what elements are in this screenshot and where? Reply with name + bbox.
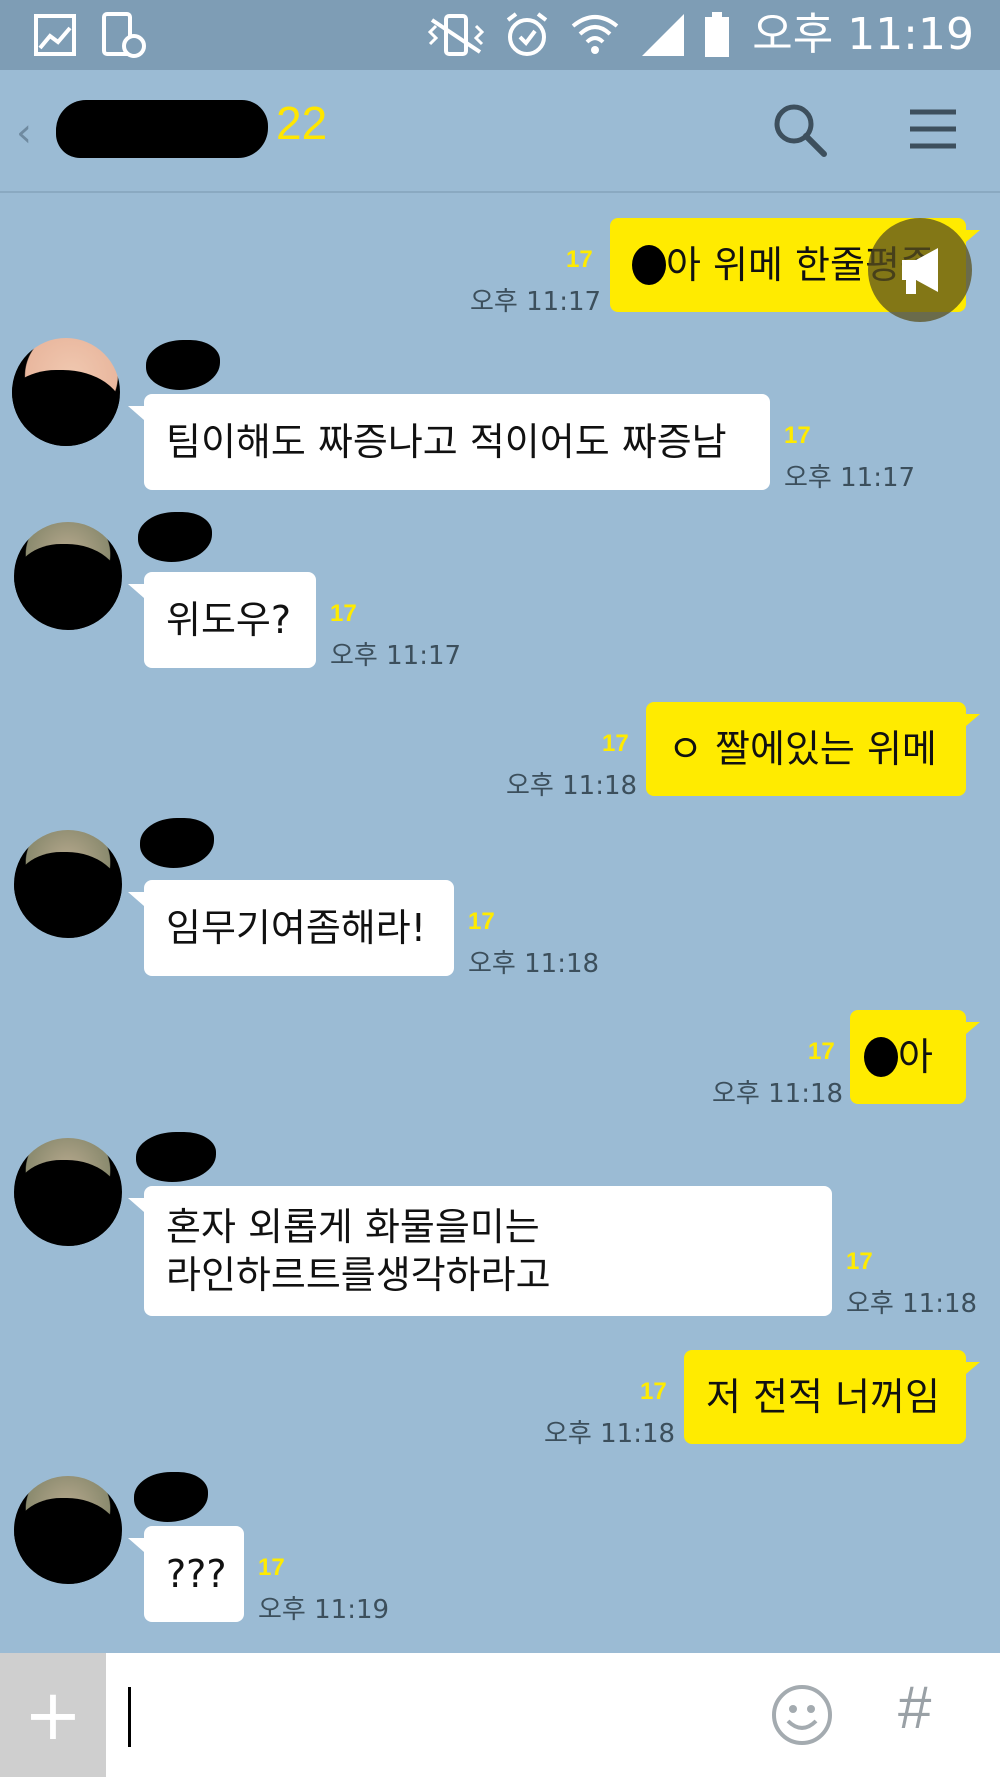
- message-input[interactable]: [128, 1687, 131, 1747]
- bubble-tail: [128, 406, 144, 420]
- bubble-tail: [128, 584, 144, 598]
- message-time: 오후 11:18: [712, 1079, 844, 1109]
- bubble-tail: [966, 1362, 980, 1374]
- message-time: 오후 11:17: [470, 287, 602, 317]
- redacted-sender-name: [140, 818, 214, 868]
- search-icon[interactable]: [770, 100, 830, 160]
- unread-count: 17: [640, 1378, 667, 1405]
- avatar[interactable]: [14, 522, 122, 630]
- message-text: ㅇ 짤에있는 위메: [668, 727, 937, 771]
- message-time: 오후 11:18: [544, 1419, 676, 1449]
- message-bubble[interactable]: 아: [850, 1010, 966, 1104]
- message-time: 오후 11:18: [468, 949, 600, 979]
- message-text: 팀이해도 짜증나고 적이어도 짜증남: [166, 420, 727, 464]
- wifi-icon: [571, 15, 619, 54]
- message-bubble[interactable]: 임무기여좀해라!: [144, 880, 454, 976]
- screenshot-icon: [102, 12, 146, 58]
- chat-header: ‹ 22: [0, 70, 1000, 193]
- avatar[interactable]: [14, 1138, 122, 1246]
- message-text: 아: [898, 1035, 933, 1079]
- unread-count: 17: [330, 600, 357, 627]
- bubble-tail: [966, 714, 980, 726]
- unread-count: 17: [846, 1248, 873, 1275]
- redacted-sender-name: [138, 512, 212, 562]
- redacted-chat-title: [56, 100, 268, 158]
- unread-count: 17: [784, 422, 811, 449]
- message-bubble[interactable]: 저 전적 너꺼임: [684, 1350, 966, 1444]
- status-bar: 오후 11:19: [0, 0, 1000, 70]
- member-count: 22: [276, 97, 328, 149]
- bubble-tail: [128, 1538, 144, 1552]
- message-time: 오후 11:18: [506, 771, 638, 801]
- message-text: 임무기여좀해라!: [166, 906, 426, 950]
- avatar[interactable]: [14, 1476, 122, 1584]
- avatar[interactable]: [12, 338, 120, 446]
- message-time: 오후 11:17: [330, 641, 462, 671]
- redacted-mark: [864, 1037, 898, 1077]
- message-bubble[interactable]: 위도우?: [144, 572, 316, 668]
- bubble-tail: [128, 1198, 144, 1212]
- message-input-bar: + #: [0, 1653, 1000, 1777]
- unread-count: 17: [468, 908, 495, 935]
- redacted-sender-name: [134, 1472, 208, 1522]
- unread-count: 17: [258, 1554, 285, 1581]
- redacted-sender-name: [146, 340, 220, 390]
- message-bubble[interactable]: 팀이해도 짜증나고 적이어도 짜증남: [144, 394, 770, 490]
- bubble-tail: [128, 892, 144, 906]
- status-clock: 오후 11:19: [752, 9, 974, 60]
- message-time: 오후 11:19: [258, 1595, 390, 1625]
- message-time: 오후 11:17: [784, 463, 916, 493]
- message-time: 오후 11:18: [846, 1289, 978, 1319]
- signal-icon: [642, 14, 684, 56]
- megaphone-button[interactable]: [868, 218, 972, 322]
- message-text: 위도우?: [166, 598, 292, 642]
- message-text-line: 혼자 외롭게 화물을미는: [166, 1205, 540, 1249]
- message-bubble[interactable]: ㅇ 짤에있는 위메: [646, 702, 966, 796]
- unread-count: 17: [808, 1038, 835, 1065]
- alarm-icon: [506, 12, 548, 56]
- message-text-line: 라인하르트를생각하라고: [166, 1253, 551, 1297]
- battery-icon: [705, 12, 729, 57]
- unread-count: 17: [602, 730, 629, 757]
- message-text: ???: [166, 1552, 227, 1596]
- message-text: 저 전적 너꺼임: [706, 1375, 940, 1419]
- vibrate-icon: [427, 14, 485, 56]
- megaphone-icon: [902, 248, 938, 294]
- menu-icon[interactable]: [906, 102, 960, 156]
- back-chevron-icon[interactable]: ‹: [16, 110, 32, 156]
- unread-count: 17: [566, 246, 593, 273]
- emoji-icon[interactable]: [770, 1683, 834, 1747]
- avatar[interactable]: [14, 830, 122, 938]
- plus-button[interactable]: +: [0, 1653, 106, 1777]
- bubble-tail: [966, 1022, 980, 1034]
- hashtag-button[interactable]: #: [898, 1673, 931, 1742]
- gallery-icon: [34, 14, 76, 56]
- redacted-mark: [632, 245, 666, 285]
- message-bubble[interactable]: ???: [144, 1526, 244, 1622]
- redacted-sender-name: [136, 1132, 216, 1182]
- message-bubble[interactable]: 혼자 외롭게 화물을미는 라인하르트를생각하라고: [144, 1186, 832, 1316]
